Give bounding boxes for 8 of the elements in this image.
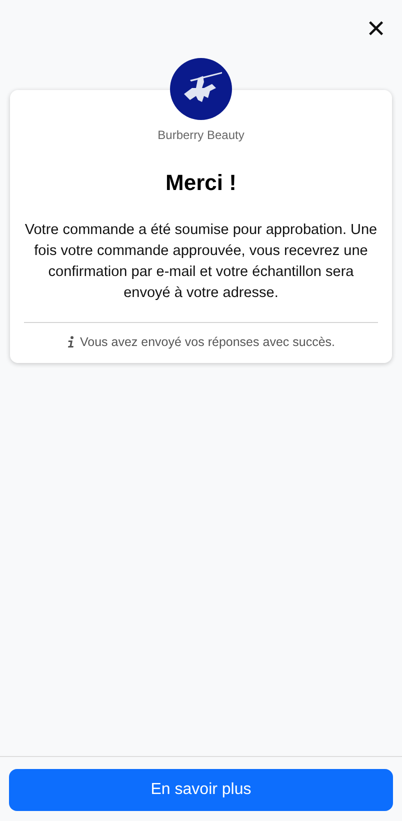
card-title: Merci ! — [166, 170, 236, 196]
brand-name: Burberry Beauty — [158, 128, 244, 142]
learn-more-button[interactable]: En savoir plus — [9, 769, 393, 811]
close-button[interactable]: ✕ — [360, 12, 392, 46]
confirmation-message: Votre commande a été soumise pour approbation. Une fois votre commande approuvée, vous recevrez une confirmation par e-mail et votre échantillon sera envoyé à votre adresse. — [24, 221, 378, 303]
logo — [170, 58, 232, 120]
info-icon — [66, 336, 75, 348]
success-note: Vous avez envoyé vos réponses avec succès. — [80, 335, 335, 349]
